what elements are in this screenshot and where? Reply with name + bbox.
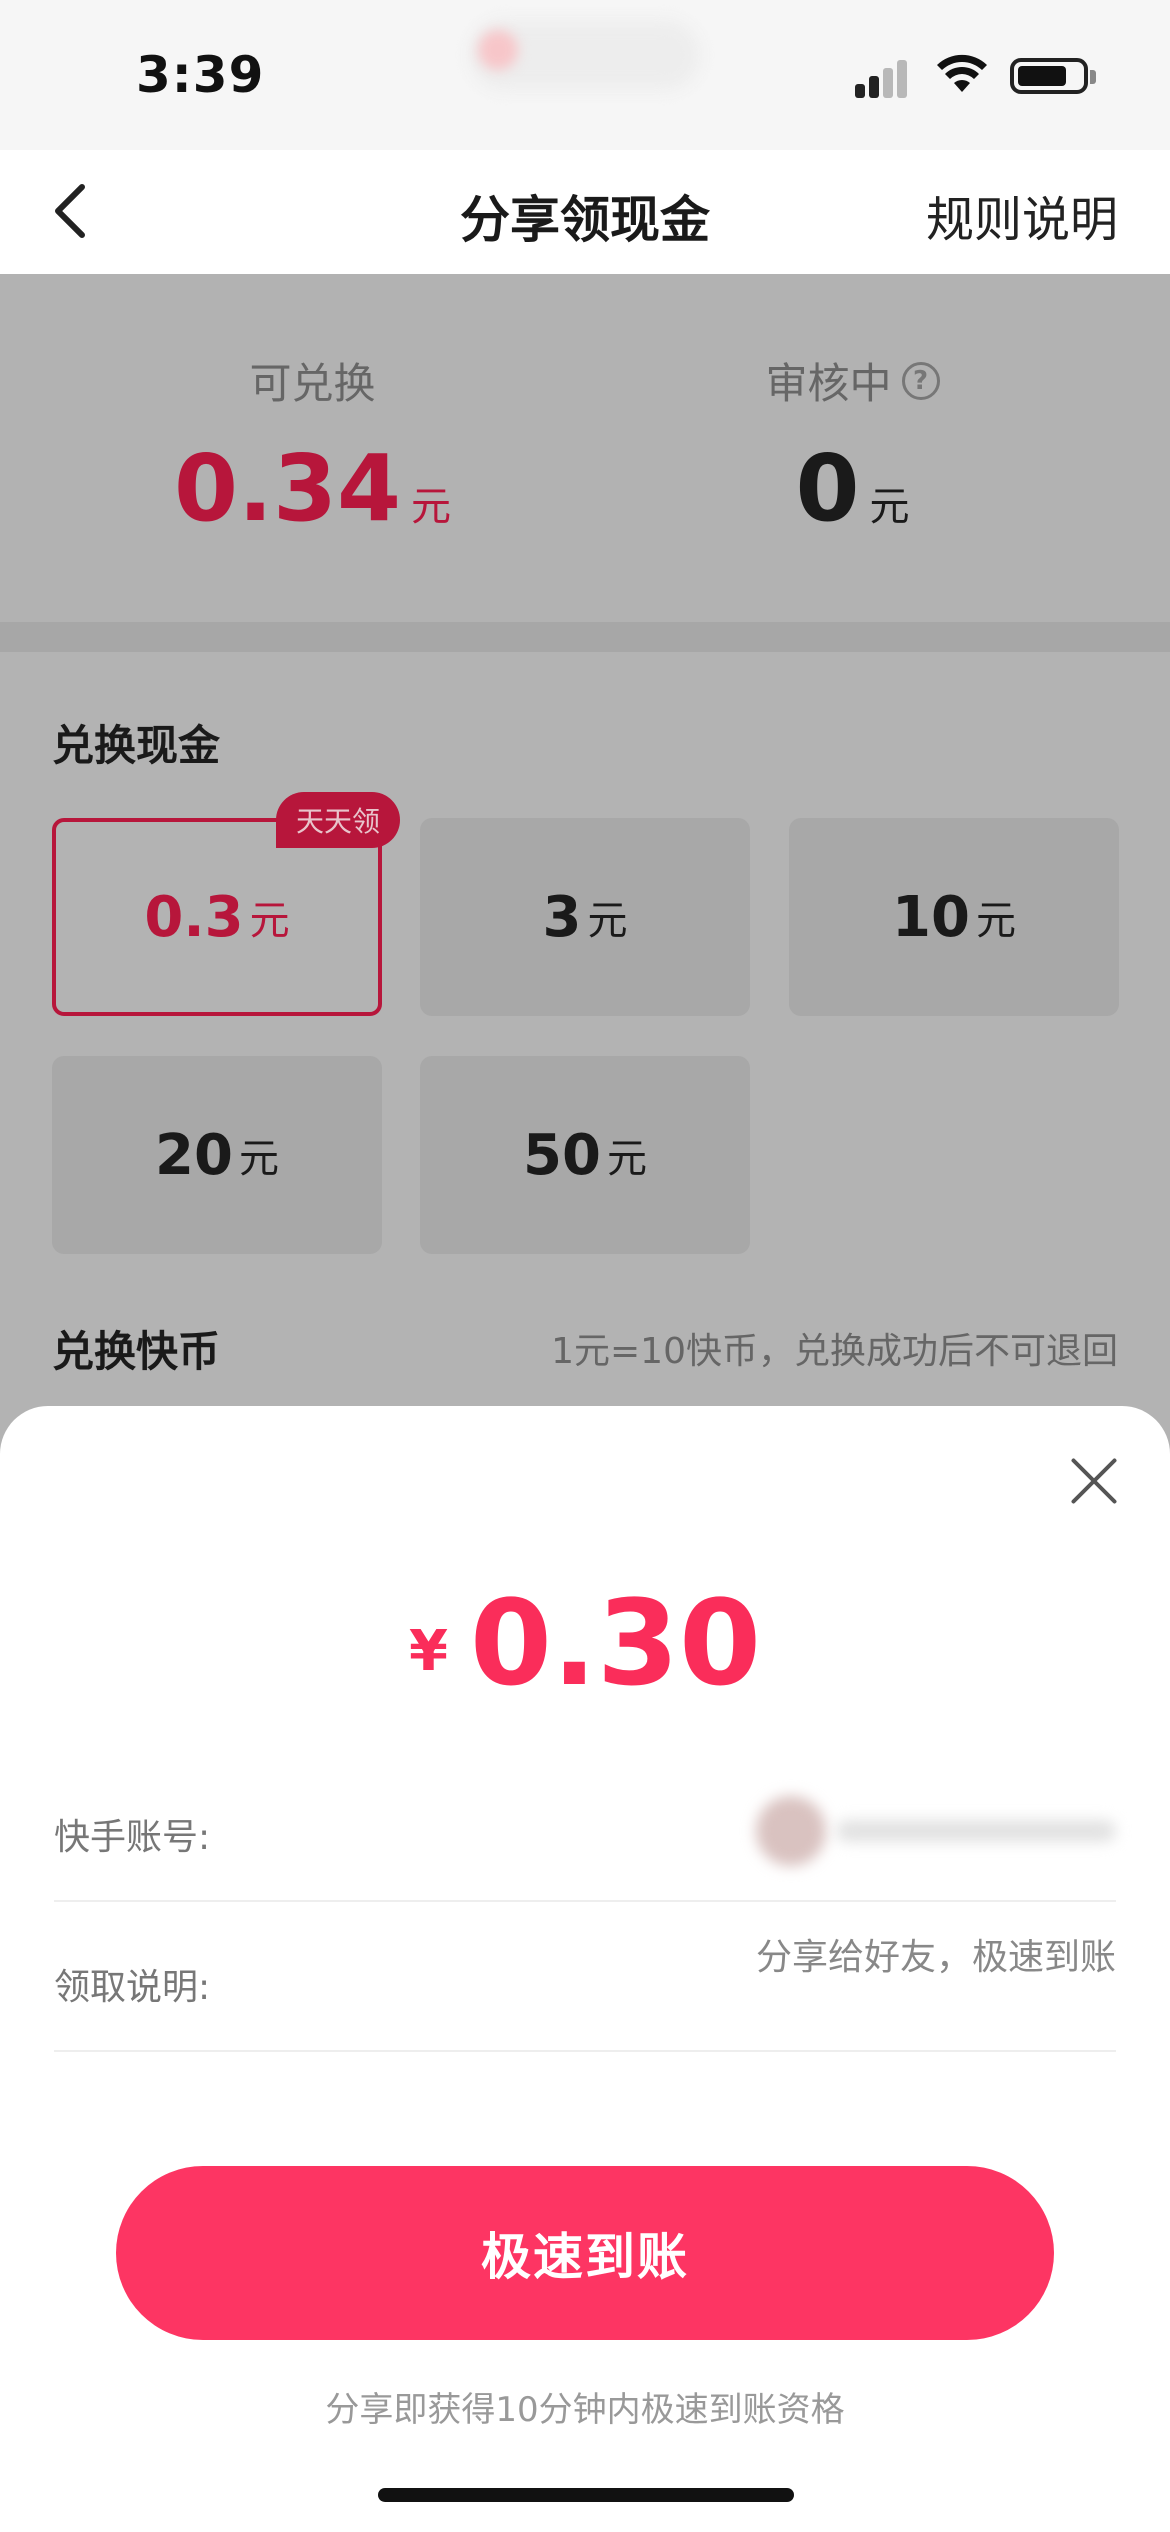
cash-option-value: 3: [542, 884, 582, 950]
cash-option-1[interactable]: 3元: [420, 818, 750, 1016]
cash-option-value: 0.3: [144, 884, 244, 950]
footnote: 分享即获得10分钟内极速到账资格: [325, 2390, 845, 2430]
battery-icon: [1010, 58, 1088, 94]
currency-symbol: ¥: [408, 1619, 448, 1684]
balance-section: 可兑换 0.34 元 审核中 ? 0元: [0, 274, 1170, 622]
back-button[interactable]: [40, 176, 100, 246]
amount-display: ¥0.30: [0, 1574, 1170, 1712]
avatar: [756, 1796, 826, 1866]
dynamic-island-indicator: [478, 30, 518, 70]
fast-withdraw-button[interactable]: 极速到账: [116, 2166, 1054, 2340]
amount-value: 0.30: [469, 1574, 762, 1712]
cash-option-unit: 元: [975, 898, 1016, 944]
cash-option-unit: 元: [606, 1136, 647, 1182]
cash-option-unit: 元: [587, 898, 628, 944]
close-icon[interactable]: [1058, 1446, 1128, 1516]
cash-option-value: 50: [523, 1122, 601, 1188]
section-divider: [0, 622, 1170, 652]
rules-link[interactable]: 规则说明: [926, 180, 1118, 250]
chevron-left-icon: [55, 184, 85, 238]
instruction-label: 领取说明:: [54, 1967, 211, 2008]
nav-bar: 分享领现金 规则说明: [0, 150, 1170, 274]
cash-option-4[interactable]: 50 元: [420, 1056, 750, 1254]
reviewing-value: 0: [795, 435, 860, 542]
available-label: 可兑换: [249, 359, 376, 408]
exchange-coins-title: 兑换快币: [52, 1327, 221, 1376]
account-row: 快手账号:: [54, 1752, 1116, 1902]
home-indicator: [378, 2488, 794, 2502]
cash-option-3[interactable]: 20 元: [52, 1056, 382, 1254]
available-value: 0.34: [174, 435, 401, 542]
cash-option-value: 10: [892, 884, 970, 950]
cash-option-unit: 元: [249, 898, 290, 944]
reviewing-balance: 审核中 ? 0元: [560, 350, 1145, 542]
instruction-value: 分享给好友，极速到账: [755, 1937, 1116, 1978]
status-bar: 3:39: [0, 0, 1170, 150]
exchange-cash-title: 兑换现金: [52, 721, 221, 770]
cash-option-unit: 元: [238, 1136, 279, 1182]
cellular-signal-icon: [855, 58, 915, 98]
question-circle-icon[interactable]: ?: [901, 361, 940, 400]
daily-badge: 天天领: [275, 792, 400, 848]
reviewing-unit: 元: [869, 484, 910, 530]
available-unit: 元: [411, 484, 451, 530]
account-info-redacted: [756, 1792, 1116, 1866]
account-label: 快手账号:: [54, 1817, 211, 1858]
wifi-icon: [937, 54, 987, 92]
withdraw-sheet: ¥0.30 快手账号: 领取说明: 分享给好友，极速到账 极速到账 分享即获得1…: [0, 1406, 1170, 2532]
status-time: 3:39: [136, 46, 265, 104]
instruction-row: 领取说明: 分享给好友，极速到账: [54, 1902, 1116, 2052]
cash-option-0[interactable]: 0.3 元 天天领: [52, 792, 400, 1016]
exchange-coins-note: 1元=10快币，兑换成功后不可退回: [551, 1331, 1118, 1372]
available-balance: 可兑换 0.34 元: [20, 350, 605, 542]
account-name-redacted: [836, 1820, 1116, 1842]
cash-option-value: 20: [155, 1122, 233, 1188]
cash-option-2[interactable]: 10 元: [789, 818, 1119, 1016]
battery-cap: [1090, 70, 1096, 84]
reviewing-label: 审核中: [765, 359, 892, 408]
